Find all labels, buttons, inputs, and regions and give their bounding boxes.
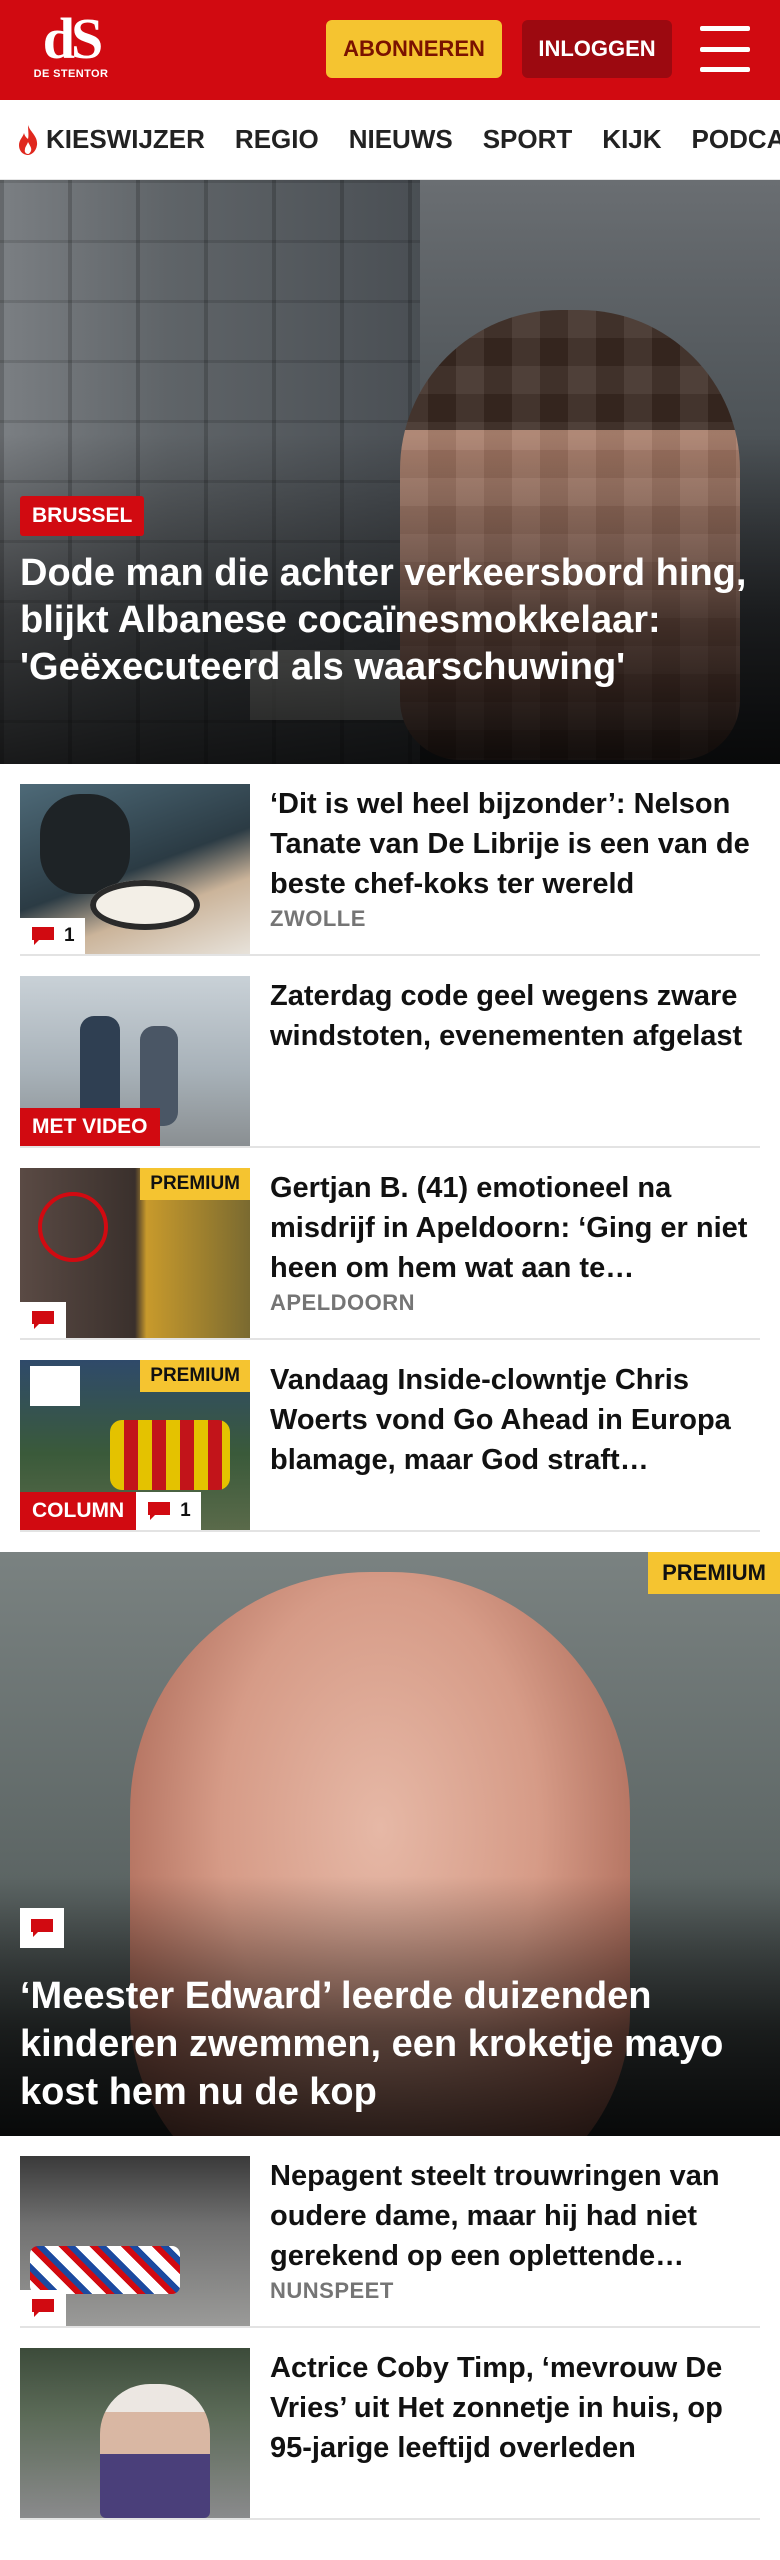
article-title: Actrice Coby Timp, ‘mevrouw De Vries’ ui… bbox=[270, 2352, 723, 2464]
list-item[interactable]: PREMIUM Gertjan B. (41) emotioneel na mi… bbox=[20, 1148, 760, 1340]
premium-badge: PREMIUM bbox=[140, 1168, 250, 1200]
list-item[interactable]: Nepagent steelt trouwringen van oudere d… bbox=[20, 2136, 760, 2328]
comment-icon bbox=[32, 927, 54, 945]
subscribe-button[interactable]: ABONNEREN bbox=[326, 20, 502, 78]
nav-item-kijk[interactable]: KIJK bbox=[602, 124, 661, 155]
main-nav: KIESWIJZER REGIO NIEUWS SPORT KIJK PODCA… bbox=[0, 100, 780, 180]
article-thumbnail: PREMIUM COLUMN 1 bbox=[20, 1360, 250, 1530]
feature-article[interactable]: PREMIUM ‘Meester Edward’ leerde duizende… bbox=[0, 1552, 780, 2136]
comment-count bbox=[20, 2290, 66, 2326]
article-title: Gertjan B. (41) emotioneel na misdrijf i… bbox=[270, 1172, 748, 1284]
article-title: Nepagent steelt trouwringen van oudere d… bbox=[270, 2160, 720, 2272]
article-location: NUNSPEET bbox=[270, 2278, 394, 2303]
menu-icon[interactable] bbox=[700, 26, 750, 72]
nav-item-regio[interactable]: REGIO bbox=[235, 124, 319, 155]
premium-badge: PREMIUM bbox=[140, 1360, 250, 1392]
comment-count bbox=[20, 1302, 66, 1338]
comment-count: 1 bbox=[20, 918, 85, 954]
comment-icon bbox=[31, 1919, 53, 1937]
article-thumbnail bbox=[20, 2348, 250, 2518]
comment-count: 1 bbox=[136, 1492, 201, 1530]
article-location: APELDOORN bbox=[270, 1290, 416, 1315]
feature-title: ‘Meester Edward’ leerde duizenden kinder… bbox=[20, 1975, 724, 2113]
article-thumbnail: MET VIDEO bbox=[20, 976, 250, 1146]
article-title: Zaterdag code geel wegens zware windstot… bbox=[270, 980, 743, 1052]
site-header: dS DE STENTOR ABONNEREN INLOGGEN bbox=[0, 0, 780, 100]
premium-badge: PREMIUM bbox=[648, 1552, 780, 1594]
comment-count bbox=[20, 1908, 64, 1948]
column-badge: COLUMN bbox=[20, 1492, 137, 1530]
comment-icon bbox=[148, 1502, 171, 1520]
list-item[interactable]: PREMIUM COLUMN 1 Vandaag Inside-clowntje… bbox=[20, 1340, 760, 1532]
article-thumbnail: 1 bbox=[20, 784, 250, 954]
article-title: Vandaag Inside-clowntje Chris Woerts von… bbox=[270, 1364, 731, 1476]
article-list-bottom: Nepagent steelt trouwringen van oudere d… bbox=[0, 2136, 780, 2520]
login-button[interactable]: INLOGGEN bbox=[522, 20, 672, 78]
site-logo[interactable]: dS DE STENTOR bbox=[28, 10, 114, 81]
nav-item-sport[interactable]: SPORT bbox=[483, 124, 573, 155]
nav-item-podcast[interactable]: PODCAST bbox=[692, 124, 780, 155]
video-badge: MET VIDEO bbox=[20, 1108, 160, 1146]
list-item[interactable]: Actrice Coby Timp, ‘mevrouw De Vries’ ui… bbox=[20, 2328, 760, 2520]
nav-item-nieuws[interactable]: NIEUWS bbox=[349, 124, 453, 155]
comment-icon bbox=[32, 1311, 54, 1329]
article-thumbnail: PREMIUM bbox=[20, 1168, 250, 1338]
flame-icon bbox=[19, 124, 38, 155]
nav-item-kieswijzer[interactable]: KIESWIJZER bbox=[16, 124, 205, 156]
article-thumbnail bbox=[20, 2156, 250, 2326]
comment-icon bbox=[32, 2299, 54, 2317]
list-item[interactable]: MET VIDEO Zaterdag code geel wegens zwar… bbox=[20, 956, 760, 1148]
